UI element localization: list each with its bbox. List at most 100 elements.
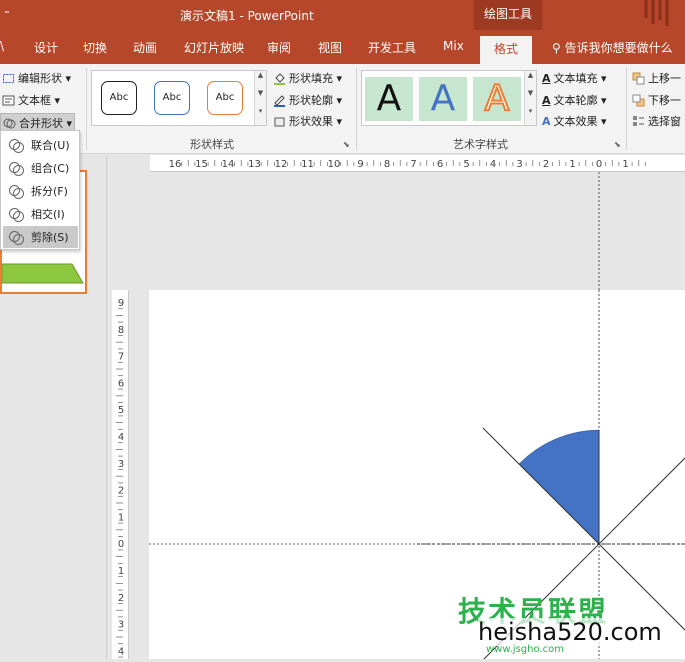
ruler-label: 3 [118,459,124,470]
shape-styles-gallery: Abc Abc Abc ▲ ▼ ▾ [91,70,267,126]
quick-access-toolbar[interactable]: ⁼ [4,7,10,20]
ruler-label: 8 [384,159,390,170]
menu-item-combine[interactable]: 组合(C) [3,157,78,179]
shape-style-sample[interactable]: Abc [101,81,137,115]
tab-view[interactable]: 视图 [318,39,342,56]
ruler-label: 5 [463,159,469,170]
gallery-more[interactable]: ▾ [524,107,536,125]
selection-pane-button[interactable]: 选择窗 [632,113,681,129]
gallery-scroll-down[interactable]: ▼ [524,89,536,107]
menu-item-label: 联合(U) [31,139,70,152]
tab-mix[interactable]: Mix [443,39,464,53]
shape-effects-icon [274,117,285,126]
edit-shape-label: 编辑形状 ▾ [18,72,72,85]
ruler-label: 0 [596,159,602,170]
wordart-styles-gallery: A A A ▲ ▼ ▾ [361,70,537,126]
ruler-label: 13 [248,159,261,170]
tab-partial[interactable]: \ [0,39,4,53]
text-box-label: 文本框 ▾ [18,94,61,107]
send-backward-button[interactable]: 下移一 [632,92,681,108]
text-outline-label: 文本轮廓 ▾ [553,94,607,107]
ruler-label: 0 [118,539,124,550]
shape-fill-button[interactable]: 形状填充 ▾ [273,70,342,86]
send-backward-icon [632,94,645,106]
ruler-label: 4 [490,159,496,170]
paint-bucket-icon [274,72,285,85]
gallery-more[interactable]: ▾ [254,107,266,125]
text-effects-button[interactable]: A 文本效果 ▾ [542,113,607,129]
watermark-domain: heisha520.com [478,618,662,646]
ruler-label: 1 [118,512,124,523]
bring-forward-label: 上移一 [648,72,681,85]
menu-item-union[interactable]: 联合(U) [3,134,78,156]
menu-item-label: 剪除(S) [31,231,69,244]
ruler-label: 16 [169,159,182,170]
ruler-label: 14 [222,159,235,170]
wordart-sample[interactable]: A [365,77,413,121]
ruler-label: 4 [118,432,124,443]
menu-item-intersect[interactable]: 相交(I) [3,203,78,225]
menu-item-label: 拆分(F) [31,185,68,198]
ruler-label: 15 [195,159,208,170]
edit-shape-icon [3,73,14,83]
text-fill-icon: A [542,71,551,85]
dialog-launcher-icon[interactable]: ⬊ [343,140,350,149]
tab-format[interactable]: 格式 [480,36,533,64]
menu-item-fragment[interactable]: 拆分(F) [3,180,78,202]
shape-style-sample[interactable]: Abc [154,81,190,115]
ruler-label: 4 [118,646,124,657]
menu-item-label: 相交(I) [31,208,65,221]
ruler-label: 1 [118,566,124,577]
tab-animations[interactable]: 动画 [133,39,157,56]
ruler-label: 3 [118,620,124,631]
combine-icon [9,162,24,176]
vertical-guide-extension [598,172,600,290]
wordart-sample[interactable]: A [473,77,521,121]
bring-forward-button[interactable]: 上移一 [632,70,681,86]
ruler-label: 1 [622,159,628,170]
slide-margin [130,290,149,659]
tab-transitions[interactable]: 切换 [83,39,107,56]
edit-shape-button[interactable]: 编辑形状 ▾ [2,70,71,86]
shape-effects-label: 形状效果 ▾ [289,115,343,128]
bring-forward-icon [632,72,645,84]
gallery-scroll-down[interactable]: ▼ [254,89,266,107]
gallery-scroll-up[interactable]: ▲ [254,71,266,89]
selection-pane-icon [633,115,644,126]
ruler-label: 3 [516,159,522,170]
subtract-icon [9,231,24,245]
selection-pane-label: 选择窗 [648,115,681,128]
ruler-label: 11 [301,159,314,170]
tell-me-search[interactable]: ⚲ 告诉我你想要做什么 [552,39,673,56]
shape-effects-button[interactable]: 形状效果 ▾ [273,113,342,129]
ruler-label: 7 [410,159,416,170]
shape-outline-button[interactable]: 形状轮廓 ▾ [273,92,342,108]
vertical-ruler-ticks: 9 8 7 6 5 4 3 2 1 0 1 2 3 4 [116,298,124,658]
tab-slideshow[interactable]: 幻灯片放映 [184,39,244,56]
text-box-button[interactable]: 文本框 ▾ [2,92,60,108]
ribbon: 编辑形状 ▾ 文本框 ▾ 合并形状 ▾ Abc Abc Abc ▲ ▼ ▾ 形状… [0,64,685,154]
text-outline-button[interactable]: A 文本轮廓 ▾ [542,92,607,108]
tab-developer[interactable]: 开发工具 [368,39,416,56]
tab-review[interactable]: 审阅 [267,39,291,56]
dialog-launcher-icon[interactable]: ⬊ [614,140,621,149]
watermark: 技术员联盟 heisha520.com www.jsgho.com [456,592,685,658]
group-separator [356,68,357,150]
merge-shapes-label: 合并形状 ▾ [19,117,73,130]
menu-item-subtract[interactable]: 剪除(S) [3,226,78,248]
gallery-scroll-up[interactable]: ▲ [524,71,536,89]
shape-outline-label: 形状轮廓 ▾ [289,94,343,107]
shape-style-sample[interactable]: Abc [207,81,243,115]
ruler-label: 5 [118,405,124,416]
vertical-ruler[interactable]: 9 8 7 6 5 4 3 2 1 0 1 2 3 4 [112,290,129,659]
group-separator [86,68,87,150]
wordart-sample[interactable]: A [419,77,467,121]
horizontal-ruler[interactable]: 16 15 14 13 12 11 10 9 8 7 6 5 4 3 2 1 0 1 [150,155,685,172]
tell-me-label: 告诉我你想要做什么 [564,41,673,55]
ruler-label: 6 [118,378,124,389]
tab-design[interactable]: 设计 [34,39,58,56]
ruler-label: 8 [118,325,124,336]
lightbulb-icon: ⚲ [552,41,565,55]
window-title: 演示文稿1 - PowerPoint [180,9,314,23]
text-fill-button[interactable]: A 文本填充 ▾ [542,70,607,86]
